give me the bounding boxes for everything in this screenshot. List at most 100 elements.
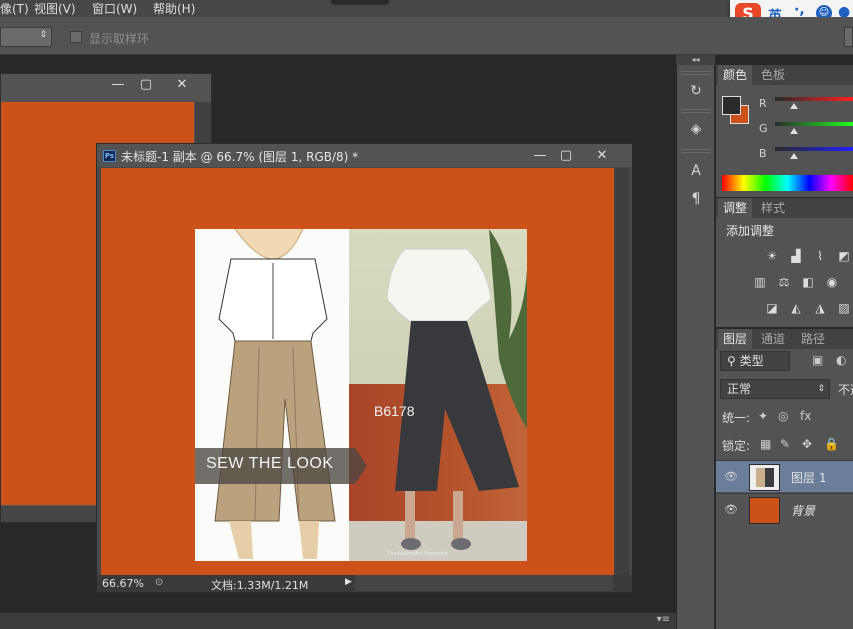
channel-r-label: R [759, 97, 767, 110]
levels-icon[interactable]: ▟ [788, 249, 804, 263]
filter-adjust-icon[interactable]: ◐ [836, 353, 846, 367]
layer-image: B6178 The Minimalist Wardrobe SEW THE LO… [195, 229, 527, 561]
filter-image-icon[interactable]: ▣ [812, 353, 823, 367]
status-menu-arrow-icon[interactable]: ▶ [345, 577, 352, 587]
minimize-icon[interactable]: — [527, 145, 553, 165]
menu-image[interactable]: 像(T) [0, 0, 29, 17]
3d-cube-icon[interactable]: ◈ [685, 119, 707, 139]
unify-style-icon[interactable]: fx [800, 409, 811, 423]
exposure-icon[interactable]: ◩ [836, 249, 852, 263]
blue-slider-knob[interactable] [790, 153, 798, 159]
curves-icon[interactable]: ⌇ [812, 249, 828, 263]
options-right-control[interactable] [844, 27, 853, 47]
red-slider[interactable] [775, 97, 853, 101]
window-titlebar[interactable]: Ps 未标题-1 副本 @ 66.7% (图层 1, RGB/8) * — ▢ … [97, 144, 632, 167]
banner-text: SEW THE LOOK [206, 455, 334, 472]
vibrance-icon[interactable]: ▥ [752, 275, 768, 289]
zoom-level[interactable]: 66.67% [102, 577, 144, 590]
share-icon[interactable]: ⊙ [155, 577, 163, 588]
threshold-icon[interactable]: ◮ [812, 301, 828, 315]
tab-channels[interactable]: 通道 [756, 329, 791, 349]
layer-thumbnail [749, 497, 780, 524]
green-slider[interactable] [775, 122, 853, 126]
color-panel: 颜色 色板 R G B [716, 65, 853, 197]
photo-credit: The Minimalist Wardrobe [387, 551, 448, 557]
brightness-icon[interactable]: ☀ [764, 249, 780, 263]
show-ring-checkbox[interactable] [70, 31, 82, 43]
panel-dock-icons: ↻ ◈ A ¶ [676, 55, 715, 629]
bottom-bar: ▾≡ [0, 612, 676, 629]
layer-name[interactable]: 背景 [791, 502, 815, 519]
opacity-label: 不透 [838, 383, 853, 397]
posterize-icon[interactable]: ◭ [788, 301, 804, 315]
minimize-icon[interactable]: — [105, 74, 131, 94]
blend-mode-select[interactable]: 正常 ⇕ [720, 379, 830, 399]
document-size: 文档:1.33M/1.21M [211, 579, 309, 592]
grip [681, 71, 711, 75]
tab-swatches[interactable]: 色板 [756, 65, 791, 85]
red-slider-knob[interactable] [790, 103, 798, 109]
unify-visibility-icon[interactable]: ◎ [778, 409, 788, 423]
visibility-eye-icon[interactable]: 👁 [724, 503, 738, 516]
adjustments-panel-tabs: 调整 样式 [716, 198, 853, 218]
tab-color[interactable]: 颜色 [718, 65, 753, 85]
foreground-color-swatch[interactable] [722, 96, 741, 115]
lock-move-icon[interactable]: ✥ [802, 437, 812, 451]
status-bar: 66.67% ⊙ 文档:1.33M/1.21M ▶ [97, 575, 632, 592]
grip [681, 149, 711, 153]
paragraph-icon[interactable]: ¶ [685, 189, 707, 209]
lock-label: 锁定: [722, 439, 751, 453]
color-panel-tabs: 颜色 色板 [716, 65, 853, 85]
maximize-icon[interactable]: ▢ [553, 145, 579, 165]
invert-icon[interactable]: ◪ [764, 301, 780, 315]
gradient-map-icon[interactable]: ▨ [836, 301, 852, 315]
layer-name[interactable]: 图层 1 [791, 469, 826, 486]
adjustments-panel: 调整 样式 添加调整 ☀ ▟ ⌇ ◩ ▥ ⚖ ◧ ◉ ◪ ◭ ◮ ▨ [716, 198, 853, 327]
dropdown-arrows-icon: ⇕ [817, 384, 825, 394]
model-photo [386, 229, 527, 550]
menu-view[interactable]: 视图(V) [34, 0, 76, 17]
photoshop-icon: Ps [103, 150, 116, 162]
vertical-scrollbar[interactable] [615, 168, 629, 575]
layer-thumbnail [749, 464, 780, 491]
maximize-icon[interactable]: ▢ [133, 74, 159, 94]
thumbnail-preview [756, 468, 774, 487]
visibility-eye-icon[interactable]: 👁 [724, 470, 738, 483]
layer-row-selected[interactable]: 👁 图层 1 [716, 460, 853, 492]
pattern-code: B6178 [374, 403, 415, 419]
horizontal-scrollbar[interactable] [355, 575, 613, 591]
lock-all-icon[interactable]: 🔒 [824, 437, 839, 451]
history-icon[interactable]: ↻ [685, 81, 707, 101]
sketch-panel [195, 229, 349, 561]
sample-size-dropdown[interactable]: ⇕ [0, 27, 52, 47]
tab-styles[interactable]: 样式 [756, 198, 791, 218]
photo-panel: B6178 The Minimalist Wardrobe [349, 229, 527, 561]
document-window-active[interactable]: Ps 未标题-1 副本 @ 66.7% (图层 1, RGB/8) * — ▢ … [96, 143, 633, 593]
close-icon[interactable]: ✕ [589, 145, 615, 165]
green-slider-knob[interactable] [790, 128, 798, 134]
menu-window[interactable]: 窗口(W) [92, 0, 137, 17]
color-balance-icon[interactable]: ⚖ [776, 275, 792, 289]
panel-menu-icon[interactable]: ▾≡ [657, 614, 670, 625]
photo-filter-icon[interactable]: ◉ [824, 275, 840, 289]
close-icon[interactable]: ✕ [169, 74, 195, 94]
tab-layers[interactable]: 图层 [718, 329, 753, 349]
document-canvas[interactable]: B6178 The Minimalist Wardrobe SEW THE LO… [101, 168, 614, 575]
blend-mode-value: 正常 [727, 382, 752, 396]
lock-transparent-icon[interactable]: ▦ [760, 437, 771, 451]
character-icon[interactable]: A [685, 161, 707, 181]
color-spectrum[interactable] [722, 175, 853, 191]
menu-help[interactable]: 帮助(H) [153, 0, 195, 17]
ime-punct[interactable]: ·, [794, 2, 805, 18]
black-white-icon[interactable]: ◧ [800, 275, 816, 289]
layer-filter-select[interactable]: ⚲ 类型 [720, 351, 790, 371]
lock-paint-icon[interactable]: ✎ [780, 437, 790, 451]
fashion-sketch [214, 229, 336, 559]
blue-slider[interactable] [775, 147, 853, 151]
channel-g-label: G [759, 122, 768, 135]
unify-position-icon[interactable]: ✦ [758, 409, 768, 423]
collapse-icon[interactable]: ◂◂ [676, 55, 715, 65]
tab-adjustments[interactable]: 调整 [718, 198, 753, 218]
tab-paths[interactable]: 路径 [796, 329, 831, 349]
layer-row-background[interactable]: 👁 背景 [716, 493, 853, 525]
